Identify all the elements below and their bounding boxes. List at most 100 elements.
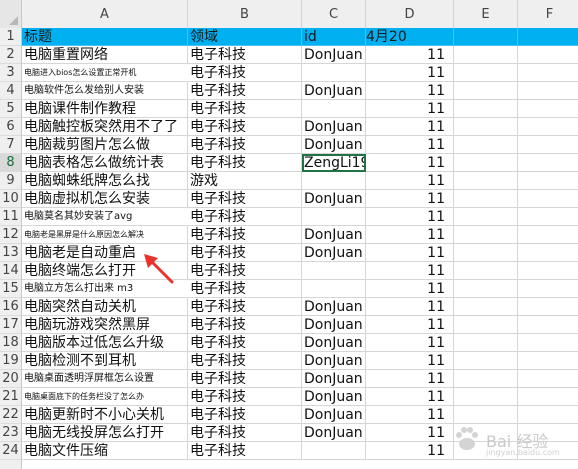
cell-empty[interactable]	[518, 334, 578, 352]
cell-id[interactable]: DonJuan	[302, 244, 366, 262]
cell-title[interactable]: 电脑桌面底下的任务栏没了怎么办	[22, 388, 188, 406]
cell-id[interactable]: DonJuan	[302, 424, 366, 442]
cell-empty[interactable]	[454, 118, 518, 136]
cell-id[interactable]: DonJuan	[302, 82, 366, 100]
row-number[interactable]: 21	[0, 388, 21, 406]
row-number[interactable]: 1	[0, 28, 21, 46]
cell-empty[interactable]	[454, 316, 518, 334]
cell-count[interactable]: 11	[366, 136, 454, 154]
cell-count[interactable]: 11	[366, 262, 454, 280]
cell-field[interactable]: 电子科技	[188, 262, 302, 280]
cell-count[interactable]: 11	[366, 172, 454, 190]
cell-empty[interactable]	[454, 280, 518, 298]
cell-field[interactable]: 电子科技	[188, 46, 302, 64]
row-number[interactable]: 2	[0, 46, 21, 64]
cell-count[interactable]: 11	[366, 388, 454, 406]
cell-empty[interactable]	[518, 154, 578, 172]
cell-empty[interactable]	[518, 280, 578, 298]
cell-empty[interactable]	[518, 244, 578, 262]
row-number[interactable]: 15	[0, 280, 21, 298]
cell-id[interactable]	[302, 172, 366, 190]
cell-title[interactable]: 电脑更新时不小心关机	[22, 406, 188, 424]
cell-field[interactable]: 电子科技	[188, 208, 302, 226]
cell-title[interactable]: 电脑桌面透明浮屏框怎么设置	[22, 370, 188, 388]
cell-field[interactable]: 电子科技	[188, 190, 302, 208]
cell-id[interactable]: DonJuan	[302, 226, 366, 244]
cell-empty[interactable]	[454, 262, 518, 280]
cell-id[interactable]: DonJuan	[302, 352, 366, 370]
cell-title[interactable]: 电脑莫名其妙安装了avg	[22, 208, 188, 226]
header-cell-field[interactable]: 领域	[188, 28, 302, 46]
cell-empty[interactable]	[518, 316, 578, 334]
cell-empty[interactable]	[454, 352, 518, 370]
cell-count[interactable]: 11	[366, 406, 454, 424]
cell-empty[interactable]	[454, 154, 518, 172]
cell-title[interactable]: 电脑虚拟机怎么安装	[22, 190, 188, 208]
cell-id[interactable]: DonJuan	[302, 316, 366, 334]
row-number[interactable]: 16	[0, 298, 21, 316]
cell-count[interactable]: 11	[366, 280, 454, 298]
cell-count[interactable]: 11	[366, 424, 454, 442]
cell-empty[interactable]	[518, 100, 578, 118]
row-number[interactable]: 23	[0, 424, 21, 442]
header-cell-empty[interactable]	[454, 28, 518, 46]
cell-empty[interactable]	[518, 82, 578, 100]
cell-title[interactable]: 电脑老是黑屏是什么原因怎么解决	[22, 226, 188, 244]
cell-id[interactable]: DonJuan	[302, 136, 366, 154]
cell-id[interactable]: DonJuan	[302, 298, 366, 316]
column-header-f[interactable]: F	[518, 0, 578, 28]
cell-title[interactable]: 电脑玩游戏突然黑屏	[22, 316, 188, 334]
cell-id[interactable]: DonJuan	[302, 334, 366, 352]
cell-id[interactable]	[302, 100, 366, 118]
cell-empty[interactable]	[454, 226, 518, 244]
cell-empty[interactable]	[454, 190, 518, 208]
cell-id[interactable]: DonJuan	[302, 46, 366, 64]
cell-field[interactable]: 电子科技	[188, 136, 302, 154]
cell-count[interactable]: 11	[366, 64, 454, 82]
row-number[interactable]: 24	[0, 442, 21, 460]
cell-id[interactable]	[302, 262, 366, 280]
row-number[interactable]: 8	[0, 154, 21, 172]
cell-empty[interactable]	[454, 64, 518, 82]
cell-count[interactable]: 11	[366, 100, 454, 118]
header-cell-date[interactable]: 4月20	[366, 28, 454, 46]
row-number[interactable]: 19	[0, 352, 21, 370]
row-number[interactable]: 18	[0, 334, 21, 352]
cell-field[interactable]: 电子科技	[188, 388, 302, 406]
select-all-corner[interactable]	[0, 0, 22, 28]
cell-empty[interactable]	[518, 370, 578, 388]
cell-empty[interactable]	[454, 46, 518, 64]
cell-empty[interactable]	[518, 352, 578, 370]
cell-empty[interactable]	[518, 46, 578, 64]
cell-empty[interactable]	[454, 298, 518, 316]
cell-count[interactable]: 11	[366, 82, 454, 100]
cell-count[interactable]: 11	[366, 190, 454, 208]
cell-empty[interactable]	[518, 298, 578, 316]
cell-count[interactable]: 11	[366, 334, 454, 352]
column-header-a[interactable]: A	[22, 0, 188, 28]
cell-field[interactable]: 游戏	[188, 172, 302, 190]
cell-field[interactable]: 电子科技	[188, 154, 302, 172]
cell-field[interactable]: 电子科技	[188, 424, 302, 442]
cell-count[interactable]: 11	[366, 352, 454, 370]
header-cell-title[interactable]: 标题	[22, 28, 188, 46]
cell-title[interactable]: 电脑蜘蛛纸牌怎么找	[22, 172, 188, 190]
cell-empty[interactable]	[518, 136, 578, 154]
cell-count[interactable]: 11	[366, 316, 454, 334]
column-header-e[interactable]: E	[454, 0, 518, 28]
cell-id[interactable]: DonJuan	[302, 388, 366, 406]
cell-id[interactable]: ZengLi199	[302, 154, 366, 172]
cell-count[interactable]: 11	[366, 442, 454, 460]
row-number[interactable]: 4	[0, 82, 21, 100]
cell-count[interactable]: 11	[366, 208, 454, 226]
row-number[interactable]: 13	[0, 244, 21, 262]
cell-empty[interactable]	[518, 388, 578, 406]
row-number[interactable]: 9	[0, 172, 21, 190]
header-cell-id[interactable]: id	[302, 28, 366, 46]
cell-id[interactable]: DonJuan	[302, 190, 366, 208]
cell-count[interactable]: 11	[366, 118, 454, 136]
cell-empty[interactable]	[454, 388, 518, 406]
cell-id[interactable]: DonJuan	[302, 406, 366, 424]
cell-count[interactable]: 11	[366, 370, 454, 388]
cell-title[interactable]: 电脑课件制作教程	[22, 100, 188, 118]
